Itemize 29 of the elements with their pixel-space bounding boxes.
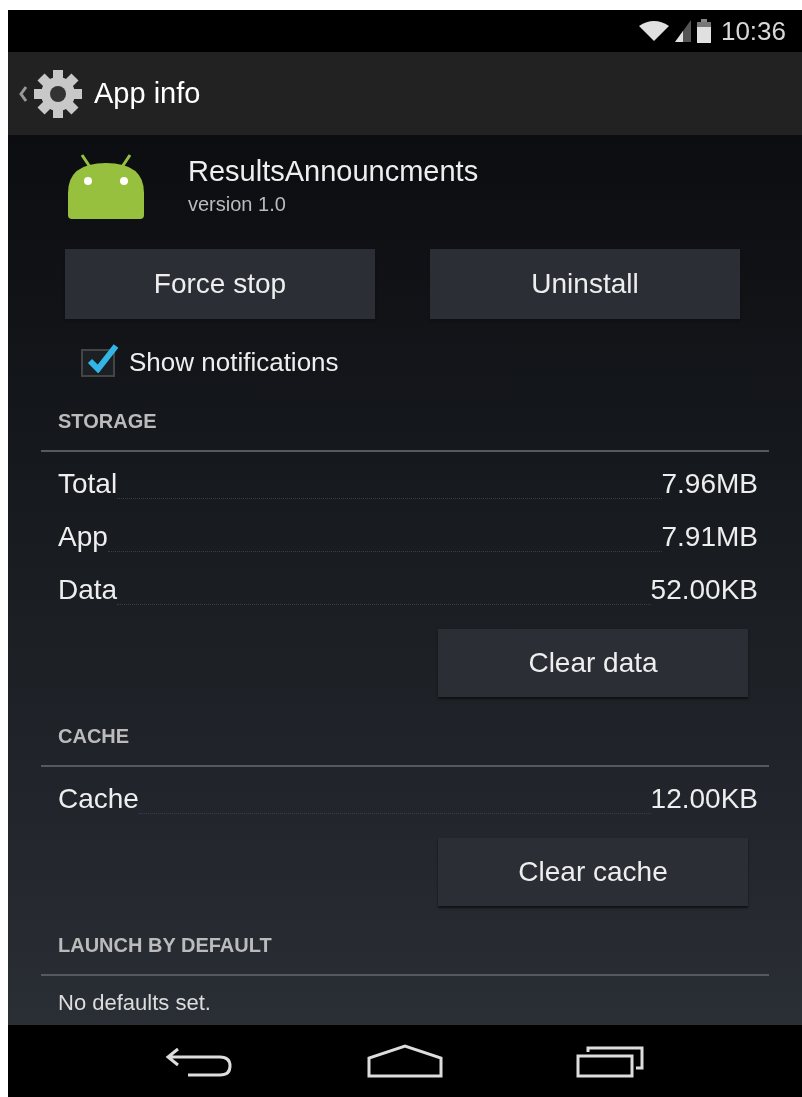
action-button[interactable]: Force stop: [65, 249, 375, 319]
clear-button[interactable]: Clear data: [438, 629, 748, 697]
notifications-checkbox-row[interactable]: Show notifications: [8, 343, 802, 382]
app-version: version 1.0: [188, 192, 287, 217]
android-icon: [66, 153, 146, 219]
home-icon[interactable]: [367, 1044, 443, 1078]
section-header: LAUNCH BY DEFAULT: [57, 933, 273, 958]
screen-title: App info: [94, 75, 201, 111]
app-name: ResultsAnnouncments: [188, 154, 479, 189]
section-header: STORAGE: [57, 409, 158, 434]
row-value: 7.96MB: [661, 467, 758, 501]
row-label: Total: [58, 467, 118, 501]
section-header: CACHE: [57, 724, 131, 749]
signal-icon: [674, 20, 691, 42]
row-value: 7.91MB: [661, 520, 758, 554]
recent-apps-icon[interactable]: [575, 1044, 646, 1078]
row-value: 52.00KB: [650, 573, 758, 607]
row-label: Cache: [58, 782, 139, 816]
status-time: 10:36: [720, 14, 786, 48]
row-label: App: [58, 520, 108, 554]
caret-icon: [18, 84, 28, 103]
row-label: Data: [58, 573, 118, 607]
battery-icon: [696, 19, 711, 43]
defaults-note: No defaults set.: [57, 989, 212, 1016]
action-button[interactable]: Uninstall: [430, 249, 740, 319]
row-value: 12.00KB: [650, 782, 758, 816]
check-icon: [87, 342, 119, 373]
clear-button[interactable]: Clear cache: [438, 838, 748, 906]
wifi-icon: [638, 20, 669, 42]
